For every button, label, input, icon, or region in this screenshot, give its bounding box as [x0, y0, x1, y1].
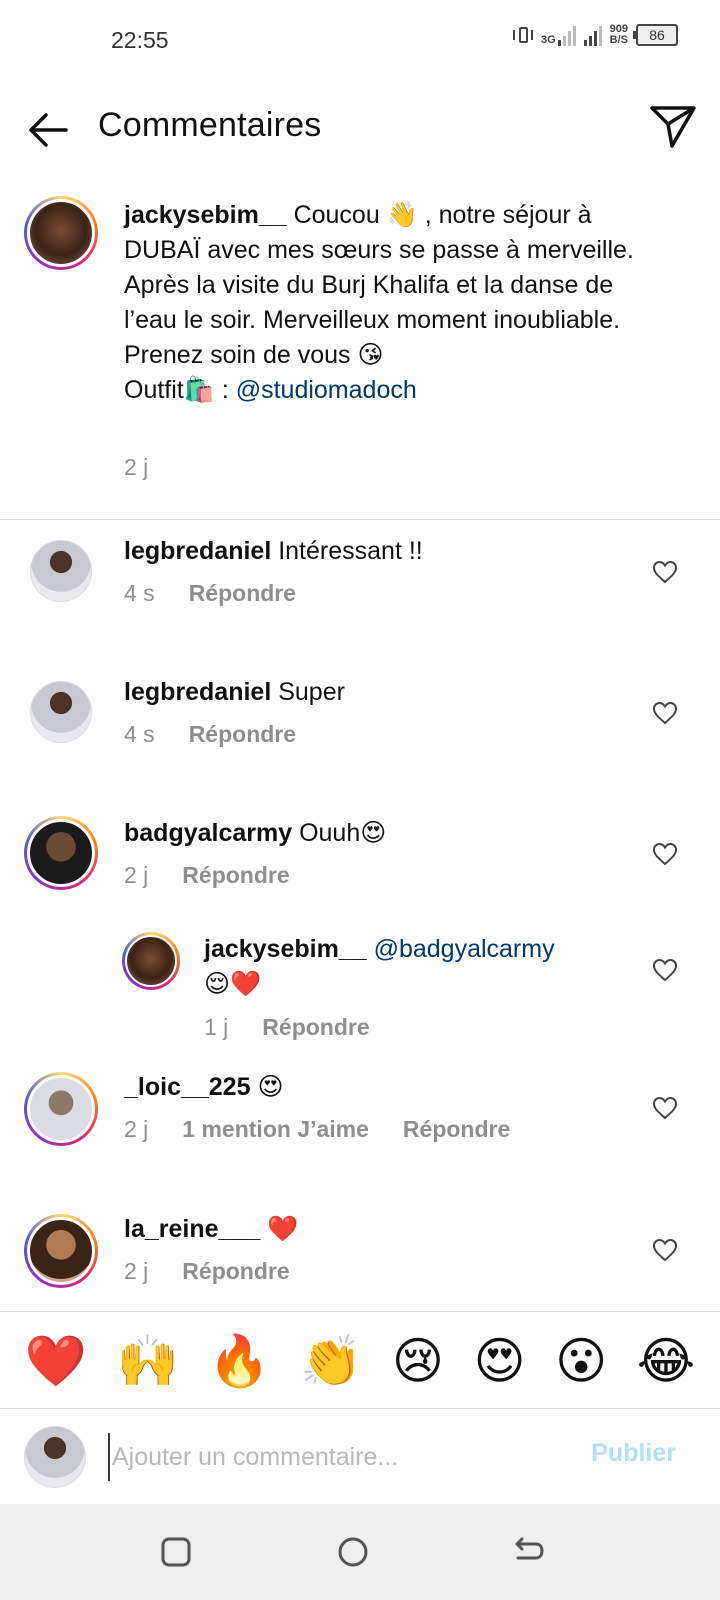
- caption-timestamp: 2 j: [124, 454, 149, 480]
- avatar[interactable]: [122, 932, 180, 990]
- home-icon[interactable]: [335, 1534, 371, 1570]
- back-nav-icon[interactable]: [510, 1534, 546, 1570]
- comment-timestamp: 2 j: [124, 1116, 149, 1142]
- system-nav-bar: [0, 1504, 720, 1600]
- heart-icon[interactable]: [652, 958, 678, 982]
- reply-button[interactable]: Répondre: [182, 862, 289, 889]
- comment-username[interactable]: _loic__225: [124, 1073, 251, 1101]
- comment-timestamp: 1 j: [204, 1014, 229, 1040]
- comment-body: Ouuh😍: [292, 819, 387, 847]
- status-icons: 3G 909 B/S 86: [512, 23, 678, 46]
- comment-text: jackysebim__ @badgyalcarmy 😌❤️: [204, 932, 624, 1002]
- comment-text: legbredaniel Super: [124, 675, 345, 710]
- emoji-laughing[interactable]: 😂: [637, 1333, 695, 1389]
- comment-item: legbredaniel Intéressant !! 4 s Répondre: [0, 520, 720, 660]
- emoji-heart[interactable]: ❤️: [25, 1333, 87, 1389]
- recent-apps-icon[interactable]: [158, 1534, 194, 1570]
- comment-mention[interactable]: @badgyalcarmy: [367, 935, 555, 963]
- publish-button[interactable]: Publier: [591, 1439, 676, 1468]
- comment-timestamp: 2 j: [124, 1258, 149, 1284]
- post-caption: jackysebim__ Coucou 👋 , notre séjour à D…: [0, 180, 720, 520]
- signal-icon: [583, 24, 602, 46]
- comment-body: Super: [271, 678, 345, 706]
- vibrate-icon: [512, 24, 533, 46]
- caption-username[interactable]: jackysebim__: [124, 201, 287, 229]
- emoji-crying[interactable]: 😢: [392, 1333, 444, 1389]
- avatar[interactable]: [30, 681, 92, 743]
- caption-outfit: Outfit🛍️ :: [124, 376, 236, 404]
- network-3g-icon: 3G: [541, 24, 576, 46]
- comment-username[interactable]: la_reine___: [124, 1215, 260, 1243]
- avatar[interactable]: [24, 816, 98, 890]
- comment-item: badgyalcarmy Ouuh😍 2 j Répondre: [0, 802, 720, 922]
- comment-item: _loic__225 😍 2 j 1 mention J’aime Répond…: [0, 1062, 720, 1202]
- avatar[interactable]: [24, 1072, 98, 1146]
- likes-count[interactable]: 1 mention J’aime: [182, 1116, 369, 1143]
- comment-username[interactable]: legbredaniel: [124, 678, 271, 706]
- status-bar: 22:55 3G 909 B/S 86: [0, 0, 720, 80]
- status-time: 22:55: [111, 27, 169, 53]
- heart-icon[interactable]: [652, 1238, 678, 1262]
- avatar: [24, 1426, 86, 1488]
- comment-input[interactable]: [108, 1433, 548, 1481]
- comment-username[interactable]: jackysebim__: [204, 935, 367, 963]
- comment-meta: 4 s Répondre: [124, 580, 296, 607]
- avatar[interactable]: [30, 540, 92, 602]
- quick-emoji-bar: ❤️ 🙌 🔥 👏 😢 😍 😮 😂: [0, 1311, 720, 1409]
- heart-icon[interactable]: [652, 1096, 678, 1120]
- comment-item: legbredaniel Super 4 s Répondre: [0, 661, 720, 801]
- comment-text: legbredaniel Intéressant !!: [124, 534, 423, 569]
- network-speed: 909 B/S: [609, 23, 628, 46]
- comment-meta: 2 j 1 mention J’aime Répondre: [124, 1116, 510, 1143]
- comment-body: 😍: [250, 1073, 284, 1101]
- caption-mention[interactable]: @studiomadoch: [236, 376, 417, 404]
- comment-text: la_reine___ ❤️: [124, 1212, 298, 1247]
- comment-body: 😌❤️: [204, 970, 262, 998]
- comment-text: _loic__225 😍: [124, 1070, 284, 1105]
- comment-timestamp: 2 j: [124, 862, 149, 888]
- arrow-left-icon[interactable]: [24, 106, 72, 154]
- comment-timestamp: 4 s: [124, 721, 155, 747]
- comment-meta: 2 j Répondre: [124, 1258, 290, 1285]
- emoji-clapping[interactable]: 👏: [300, 1333, 362, 1389]
- page-title: Commentaires: [98, 106, 322, 144]
- reply-button[interactable]: Répondre: [403, 1116, 510, 1143]
- comment-meta: 4 s Répondre: [124, 721, 296, 748]
- caption-text: jackysebim__ Coucou 👋 , notre séjour à D…: [124, 198, 644, 408]
- heart-icon[interactable]: [652, 701, 678, 725]
- avatar[interactable]: [24, 196, 98, 270]
- emoji-raising-hands[interactable]: 🙌: [117, 1333, 179, 1389]
- paper-plane-icon[interactable]: [648, 102, 698, 152]
- reply-button[interactable]: Répondre: [182, 1258, 289, 1285]
- comment-meta: 2 j Répondre: [124, 862, 290, 889]
- avatar[interactable]: [24, 1214, 98, 1288]
- comment-body: ❤️: [260, 1215, 299, 1243]
- emoji-heart-eyes[interactable]: 😍: [474, 1333, 526, 1389]
- comment-meta: 1 j Répondre: [204, 1014, 370, 1041]
- comment-timestamp: 4 s: [124, 580, 155, 606]
- heart-icon[interactable]: [652, 560, 678, 584]
- comment-body: Intéressant !!: [271, 537, 423, 565]
- comment-text: badgyalcarmy Ouuh😍: [124, 816, 386, 851]
- heart-icon[interactable]: [652, 842, 678, 866]
- reply-button[interactable]: Répondre: [189, 721, 296, 748]
- header: Commentaires: [0, 80, 720, 180]
- comment-username[interactable]: legbredaniel: [124, 537, 271, 565]
- comment-username[interactable]: badgyalcarmy: [124, 819, 292, 847]
- comment-item: la_reine___ ❤️ 2 j Répondre: [0, 1204, 720, 1311]
- emoji-surprised[interactable]: 😮: [555, 1333, 607, 1389]
- battery-icon: 86: [633, 24, 678, 46]
- emoji-fire[interactable]: 🔥: [208, 1333, 270, 1389]
- reply-button[interactable]: Répondre: [189, 580, 296, 607]
- reply-item: jackysebim__ @badgyalcarmy 😌❤️ 1 j Répon…: [0, 922, 720, 1062]
- comment-composer: Publier: [0, 1408, 720, 1504]
- reply-button[interactable]: Répondre: [262, 1014, 369, 1041]
